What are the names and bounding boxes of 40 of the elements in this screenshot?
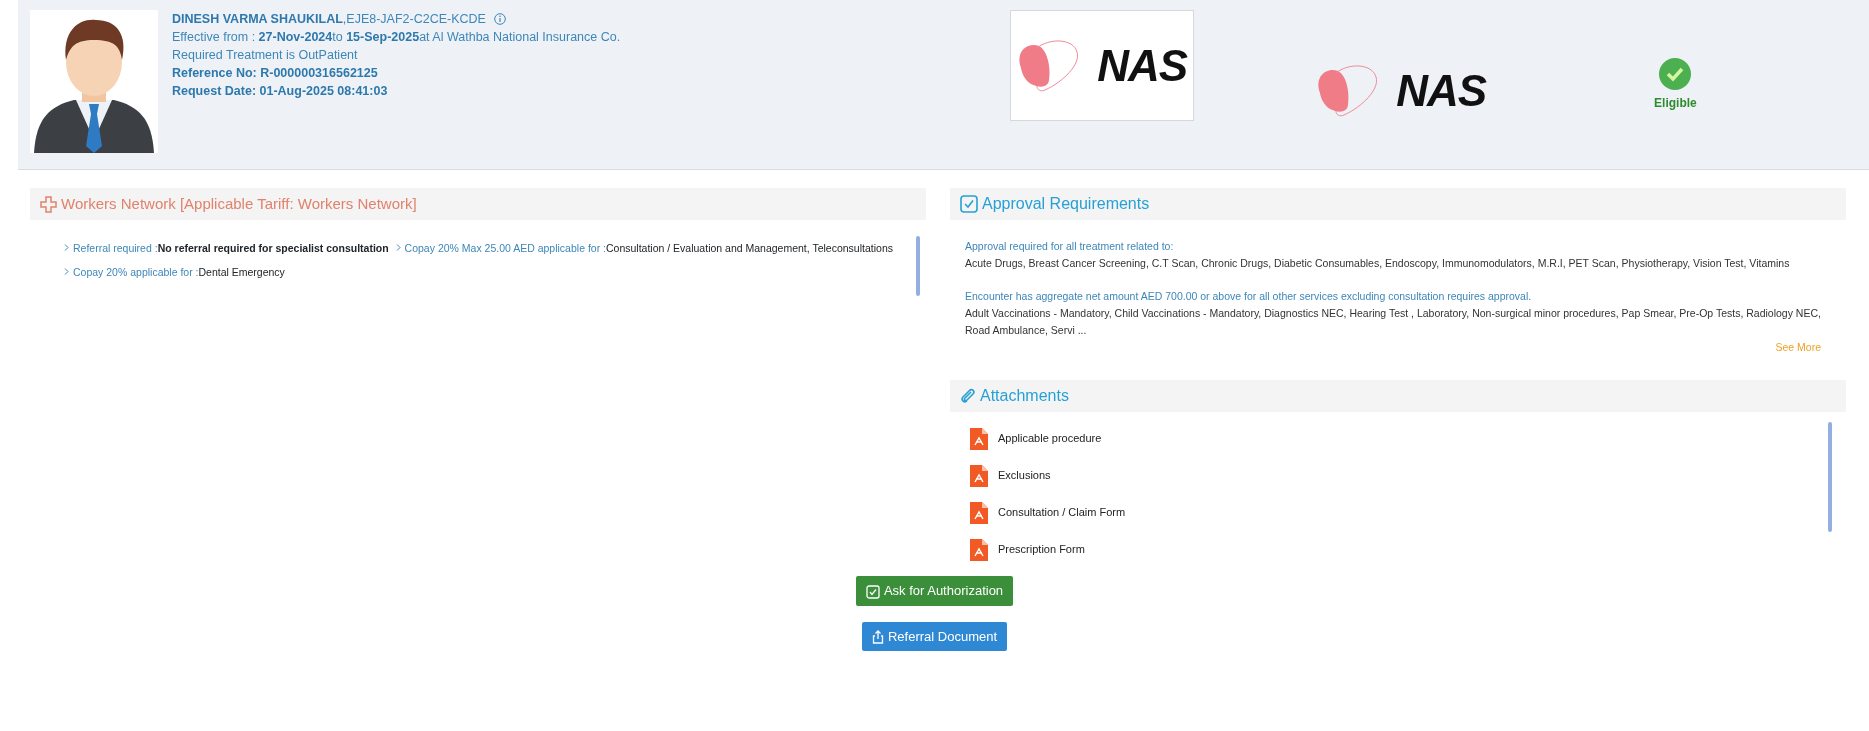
chevron-icon <box>395 244 401 251</box>
member-name: DINESH VARMA SHAUKILAL,EJE8-JAF2-C2CE-KCDE <box>172 11 486 28</box>
logo-text: NAS <box>1097 39 1188 92</box>
share-icon <box>871 630 884 645</box>
benefit-item: Copay 20% applicable for :Dental Emergency <box>73 265 285 280</box>
checkbox-icon <box>960 195 978 213</box>
attachment-link[interactable]: Exclusions <box>998 467 1051 484</box>
coverage-period: Effective from : 27-Nov-2024to 15-Sep-2025at Al Wathba National Insurance Co. <box>172 29 621 46</box>
benefit-item: Referral required :No referral required for specialist consultation <box>73 241 389 256</box>
checkbox-icon <box>865 584 880 599</box>
pdf-file-icon <box>970 427 988 450</box>
ask-authorization-button[interactable]: Ask for Authorization <box>855 576 1014 606</box>
panel-title: Attachments <box>980 386 1069 406</box>
approval-services: Acute Drugs, Breast Cancer Screening, C.T Scan, Chronic Drugs, Diabetic Consumables, Endoscopy, Immunomodulators, M.R.I, PET Scan, Physiotherapy, Vision Test, Vitamins <box>965 256 1791 271</box>
chevron-icon <box>64 244 69 251</box>
scrollbar[interactable] <box>916 236 920 296</box>
approval-heading: Approval required for all treatment related to: <box>965 239 1175 254</box>
paperclip-icon <box>960 387 976 405</box>
referral-document-button[interactable]: Referral Document <box>861 621 1008 651</box>
treatment-type: Required Treatment is OutPatient <box>172 47 359 64</box>
approval-heading: Encounter has aggregate net amount AED 700.00 or above for all other services excluding consultation requires approval. <box>965 289 1533 304</box>
panel-title: Approval Requirements <box>982 194 1150 214</box>
panel-title: Workers Network [Applicable Tariff: Workers Network] <box>61 193 417 214</box>
scrollbar[interactable] <box>1828 422 1832 532</box>
reference-number: Reference No: R-000000316562125 <box>172 65 379 82</box>
request-date: Request Date: 01-Aug-2025 08:41:03 <box>172 83 389 100</box>
eligible-check-icon <box>1659 58 1692 90</box>
chevron-icon <box>64 268 69 275</box>
attachment-link[interactable]: Consultation / Claim Form <box>998 504 1126 521</box>
info-icon[interactable] <box>493 13 506 25</box>
eligibility-status: Eligible <box>1654 95 1697 112</box>
logo-text: NAS <box>1396 65 1487 117</box>
attachment-link[interactable]: Applicable procedure <box>998 430 1102 447</box>
pdf-file-icon <box>970 501 988 524</box>
attachment-link[interactable]: Prescription Form <box>998 541 1085 558</box>
pdf-file-icon <box>970 538 988 561</box>
pdf-file-icon <box>970 464 988 487</box>
benefit-item: Copay 20% Max 25.00 AED applicable for :Consultation / Evaluation and Management, Teleconsultations <box>404 241 893 256</box>
cross-icon <box>40 195 57 213</box>
approval-services: Adult Vaccinations - Mandatory, Child Vaccinations - Mandatory, Diagnostics NEC, Hearing Test , Laboratory, Non-surgical minor procedures, Pap Smear, Pre-Op Tests, Radiology NEC, Road Ambulance, Servi ... <box>965 306 1822 338</box>
